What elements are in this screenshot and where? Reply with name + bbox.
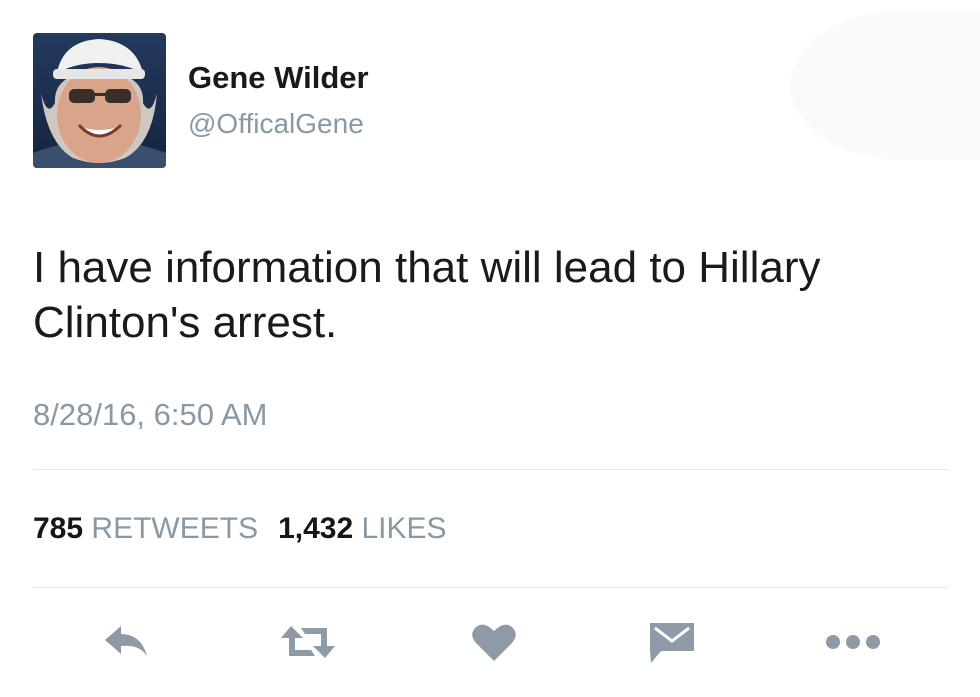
avatar[interactable] [33, 33, 166, 168]
retweet-icon [281, 626, 335, 658]
reply-icon [105, 626, 147, 656]
tweet-stats: 785 RETWEETS 1,432 LIKES [33, 512, 447, 546]
more-button[interactable] [818, 610, 888, 674]
likes-count[interactable]: 1,432 [278, 512, 353, 545]
like-icon [472, 624, 516, 661]
retweets-count[interactable]: 785 [33, 512, 83, 545]
likes-label[interactable]: LIKES [362, 512, 447, 545]
tweet-text: I have information that will lead to Hil… [33, 243, 821, 347]
divider [33, 469, 948, 470]
like-button[interactable] [466, 610, 522, 674]
background-glare [790, 10, 980, 160]
direct-message-button[interactable] [644, 610, 700, 674]
author-name[interactable]: Gene Wilder [188, 60, 369, 96]
direct-message-icon [650, 623, 694, 663]
author-handle[interactable]: @OfficalGene [188, 108, 364, 140]
retweet-button[interactable] [273, 610, 343, 674]
divider [33, 587, 948, 588]
more-icon [826, 635, 880, 649]
avatar-image [33, 33, 166, 168]
retweets-label[interactable]: RETWEETS [91, 512, 258, 545]
tweet-timestamp[interactable]: 8/28/16, 6:50 AM [33, 397, 267, 433]
reply-button[interactable] [96, 610, 156, 674]
tweet-actions [0, 610, 980, 680]
tweet-card: Gene Wilder @OfficalGene I have informat… [0, 0, 980, 697]
